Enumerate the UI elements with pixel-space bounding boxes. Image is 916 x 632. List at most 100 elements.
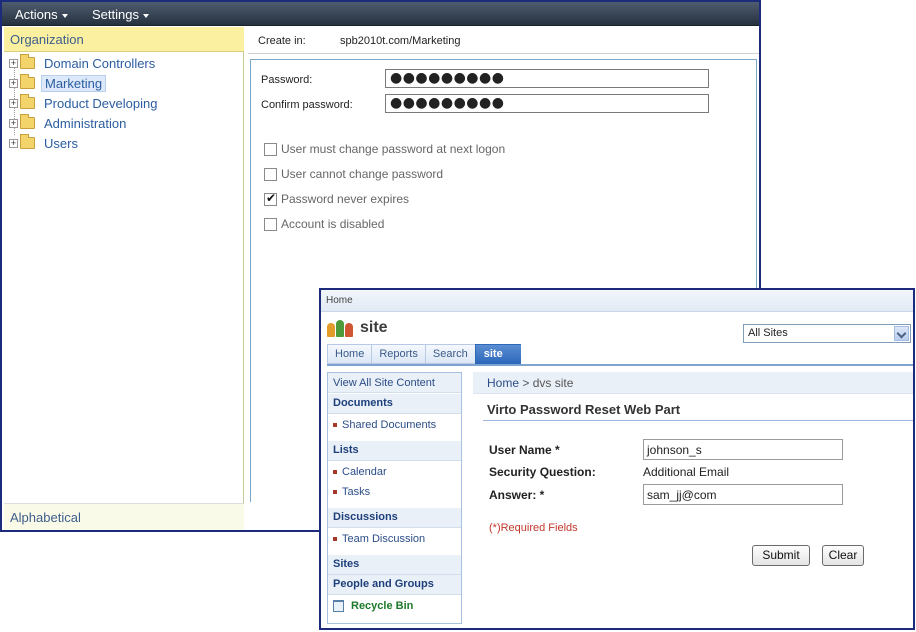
breadcrumb-separator: > xyxy=(519,376,533,390)
expand-icon[interactable]: + xyxy=(9,78,18,88)
ql-heading-lists[interactable]: Lists xyxy=(328,441,461,461)
people-icon xyxy=(327,319,353,337)
security-question-label: Security Question: xyxy=(489,465,596,479)
site-branding: site xyxy=(327,319,388,337)
webpart-title-rule xyxy=(483,420,913,421)
bullet-icon xyxy=(333,537,337,541)
tree-item-product-developing[interactable]: + Product Developing xyxy=(9,93,160,113)
ql-link-shared-documents[interactable]: Shared Documents xyxy=(333,419,436,431)
organization-header[interactable]: Organization xyxy=(4,27,244,52)
settings-menu-label: Settings xyxy=(92,7,139,22)
folder-icon xyxy=(20,94,35,109)
bullet-icon xyxy=(333,423,337,427)
account-disabled-checkbox[interactable] xyxy=(264,217,277,231)
cannot-change-password-checkbox[interactable] xyxy=(264,167,277,181)
submit-button[interactable]: Submit xyxy=(752,545,810,566)
nav-divider xyxy=(327,364,913,366)
recycle-bin-link[interactable]: Recycle Bin xyxy=(333,600,413,612)
chevron-down-icon[interactable] xyxy=(894,326,909,341)
ql-heading-discussions[interactable]: Discussions xyxy=(328,508,461,528)
tab-home[interactable]: Home xyxy=(327,344,372,364)
ql-heading-documents[interactable]: Documents xyxy=(328,394,461,414)
user-name-input[interactable]: johnson_s xyxy=(643,439,843,460)
recycle-bin-icon xyxy=(333,600,344,612)
expand-icon[interactable]: + xyxy=(9,58,18,68)
expand-icon[interactable]: + xyxy=(9,118,18,128)
ql-heading-sites[interactable]: Sites xyxy=(328,555,461,575)
settings-menu[interactable]: Settings xyxy=(92,7,149,22)
breadcrumb-home[interactable]: Home xyxy=(487,376,519,390)
ql-link-calendar[interactable]: Calendar xyxy=(333,466,387,478)
ql-link-label: Tasks xyxy=(342,486,371,498)
tab-search[interactable]: Search xyxy=(424,344,475,364)
checkbox-label: User must change password at next logon xyxy=(281,142,506,156)
ql-link-label: Shared Documents xyxy=(342,419,437,431)
checkbox-label: Account is disabled xyxy=(281,217,385,231)
breadcrumb-current: dvs site xyxy=(532,376,574,390)
top-navigation: Home Reports Search site xyxy=(327,344,521,364)
folder-icon xyxy=(20,54,35,69)
tree-item-domain-controllers[interactable]: + Domain Controllers xyxy=(9,53,158,73)
security-question-value: Additional Email xyxy=(643,465,730,479)
answer-label: Answer: * xyxy=(489,488,545,502)
tree-item-label: Domain Controllers xyxy=(44,55,156,71)
answer-input[interactable]: sam_jj@com xyxy=(643,484,843,505)
caret-down-icon xyxy=(142,13,149,18)
organization-pane: Organization + Domain Controllers + Mark… xyxy=(4,27,244,530)
tree-item-label: Administration xyxy=(44,115,127,131)
create-in-row: Create in: spb2010t.com/Marketing xyxy=(248,27,759,54)
site-title[interactable]: site xyxy=(360,319,388,337)
clear-button[interactable]: Clear xyxy=(822,545,864,566)
alphabetical-tab[interactable]: Alphabetical xyxy=(4,503,244,530)
tree-item-users[interactable]: + Users xyxy=(9,133,81,153)
recycle-bin-label: Recycle Bin xyxy=(351,600,414,612)
tree-item-administration[interactable]: + Administration xyxy=(9,113,129,133)
search-scope-value: All Sites xyxy=(748,327,788,339)
password-never-expires-checkbox[interactable] xyxy=(264,191,277,206)
bullet-icon xyxy=(333,490,337,494)
password-field[interactable]: ●●●●●●●●● xyxy=(385,69,709,88)
main-content: Home > dvs site Virto Password Reset Web… xyxy=(473,372,913,624)
checkbox-label: Password never expires xyxy=(281,192,410,206)
folder-icon xyxy=(20,74,35,89)
sharepoint-window: Home site All Sites Home Reports Search … xyxy=(319,288,915,630)
create-in-label: Create in: xyxy=(258,35,306,47)
actions-menu[interactable]: Actions xyxy=(15,7,68,22)
ql-link-team-discussion[interactable]: Team Discussion xyxy=(333,533,425,545)
webpart-title: Virto Password Reset Web Part xyxy=(487,402,681,417)
cannot-change-password-option[interactable]: User cannot change password xyxy=(264,167,443,181)
tree-item-marketing[interactable]: + Marketing xyxy=(9,73,107,93)
must-change-password-option[interactable]: User must change password at next logon xyxy=(264,142,505,156)
tree-item-label: Marketing xyxy=(41,74,107,92)
folder-icon xyxy=(20,134,35,149)
ql-link-label: Team Discussion xyxy=(342,533,426,545)
user-name-label: User Name * xyxy=(489,443,560,457)
expand-icon[interactable]: + xyxy=(9,98,18,108)
ql-link-label: Calendar xyxy=(342,466,387,478)
tree-item-label: Users xyxy=(44,135,78,151)
tree-item-label: Product Developing xyxy=(44,95,158,111)
global-nav-bar: Home xyxy=(321,290,913,312)
folder-icon xyxy=(20,114,35,129)
breadcrumb: Home > dvs site xyxy=(473,372,913,394)
account-disabled-option[interactable]: Account is disabled xyxy=(264,217,384,231)
create-in-value: spb2010t.com/Marketing xyxy=(340,35,461,47)
required-fields-note: (*)Required Fields xyxy=(489,522,578,534)
must-change-password-checkbox[interactable] xyxy=(264,142,277,156)
tab-reports[interactable]: Reports xyxy=(371,344,425,364)
search-scope-select[interactable]: All Sites xyxy=(743,324,911,343)
ql-link-tasks[interactable]: Tasks xyxy=(333,486,370,498)
bullet-icon xyxy=(333,470,337,474)
quick-launch: View All Site Content Documents Shared D… xyxy=(327,372,462,624)
confirm-password-field[interactable]: ●●●●●●●●● xyxy=(385,94,709,113)
view-all-site-content-link[interactable]: View All Site Content xyxy=(328,373,461,393)
caret-down-icon xyxy=(61,13,68,18)
password-never-expires-option[interactable]: Password never expires xyxy=(264,191,410,206)
menu-bar: Actions Settings xyxy=(2,2,759,26)
tab-site[interactable]: site xyxy=(474,344,521,364)
ql-heading-people-and-groups[interactable]: People and Groups xyxy=(328,575,461,595)
checkbox-label: User cannot change password xyxy=(281,167,444,181)
global-home-link[interactable]: Home xyxy=(326,295,353,306)
actions-menu-label: Actions xyxy=(15,7,58,22)
expand-icon[interactable]: + xyxy=(9,138,18,148)
